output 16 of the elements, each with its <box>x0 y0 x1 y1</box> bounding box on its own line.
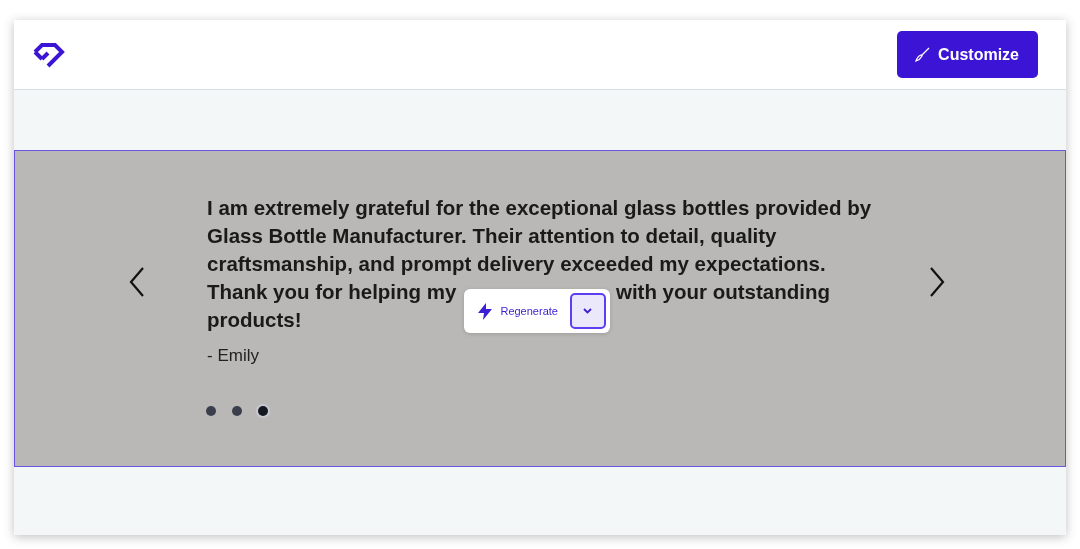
carousel-dot[interactable] <box>258 406 268 416</box>
customize-button[interactable]: Customize <box>897 31 1038 78</box>
quote-text: craftsmanship, and prompt delivery exceeded my expectations. <box>207 251 826 277</box>
quote-text: with your outstanding <box>615 279 831 305</box>
lightning-icon <box>478 302 493 320</box>
quote-text: I am extremely grateful for the exceptional glass bottles provided by <box>207 195 872 221</box>
dropdown-button[interactable] <box>569 293 606 329</box>
quote-text: products! <box>207 307 302 333</box>
paintbrush-icon <box>915 47 931 62</box>
logo-icon <box>32 41 65 68</box>
quote-text: Thank you for helping my <box>207 279 457 305</box>
quote-text: Glass Bottle Manufacturer. Their attention to detail, quality <box>207 223 777 249</box>
carousel-dot[interactable] <box>206 406 216 416</box>
carousel-dot[interactable] <box>232 406 242 416</box>
author-name: - Emily <box>207 346 259 366</box>
chevron-down-icon <box>583 308 593 314</box>
